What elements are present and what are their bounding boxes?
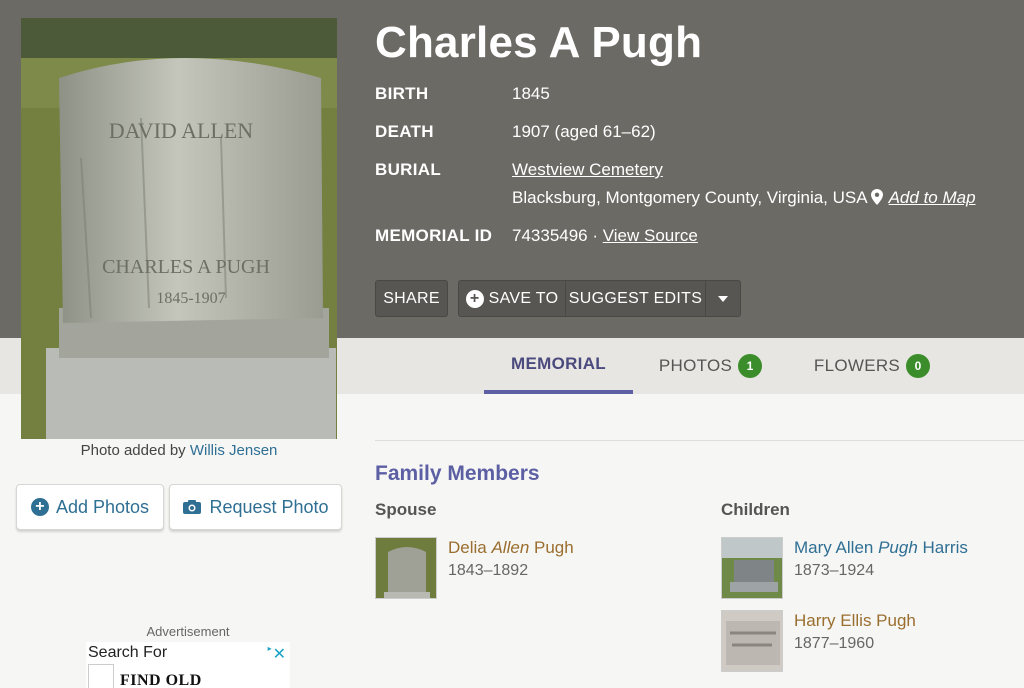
child-first: Harry Ellis Pugh [794,611,916,630]
contributor-link[interactable]: Willis Jensen [190,442,278,459]
add-to-map-link[interactable]: Add to Map [889,188,976,207]
add-photos-button[interactable]: + Add Photos [16,484,164,530]
map-pin-icon [870,189,883,205]
cemetery-row: Westview Cemetery [512,160,663,180]
ad-image [88,664,114,688]
tab-memorial[interactable]: MEMORIAL [484,338,633,394]
child-dates: 1873–1924 [794,562,875,579]
advertisement-box[interactable]: Search For ▸✕ FIND OLD [86,642,290,688]
child-maiden: Pugh [878,538,918,557]
burial-label: BURIAL [375,160,442,179]
spouse-thumbnail [375,537,437,599]
headstone-photo[interactable]: DAVID ALLEN CHARLES A PUGH 1845-1907 [21,18,337,439]
view-source-link[interactable]: View Source [603,226,698,245]
tab-memorial-label: MEMORIAL [511,354,606,373]
spouse-name: Delia Allen Pugh [448,537,574,559]
tab-flowers-label: FLOWERS [813,356,901,375]
tab-flowers[interactable]: FLOWERS 0 [808,338,936,394]
children-heading: Children [721,500,790,519]
headstone-inscription-3: 1845-1907 [156,290,225,307]
spouse-dates: 1843–1892 [448,562,529,579]
section-divider [375,440,1024,441]
plus-circle-icon: + [465,289,484,308]
memorial-id-row: 74335496 · View Source [512,226,698,246]
more-actions-dropdown[interactable] [706,281,740,316]
spouse-last: Pugh [529,538,574,557]
camera-icon [183,500,202,514]
caret-down-icon [718,295,728,302]
ad-search-for: Search For [88,644,168,661]
family-member-spouse[interactable]: Delia Allen Pugh 1843–1892 [375,537,574,599]
photo-caption: Photo added by Willis Jensen [21,442,337,459]
spouse-first: Delia [448,538,492,557]
location-row: Blacksburg, Montgomery County, Virginia,… [512,188,976,208]
cemetery-link[interactable]: Westview Cemetery [512,160,663,179]
family-member-child[interactable]: Mary Allen Pugh Harris 1873–1924 [721,537,968,599]
photos-count-badge: 1 [738,354,763,378]
share-button[interactable]: SHARE [375,280,448,317]
request-photo-label: Request Photo [209,496,329,517]
page-title: Charles A Pugh [375,18,703,67]
spouse-heading: Spouse [375,500,437,519]
action-button-group: + SAVE TO SUGGEST EDITS [458,280,741,317]
child-name: Mary Allen Pugh Harris [794,537,968,559]
tab-photos[interactable]: PHOTOS 1 [648,338,773,394]
death-value: 1907 (aged 61–62) [512,122,656,141]
death-label: DEATH [375,122,434,141]
plus-circle-icon: + [30,498,49,516]
add-photos-label: Add Photos [55,496,150,517]
ad-choices-icon: ▸ [267,644,272,653]
headstone-inscription-1: DAVID ALLEN [109,118,254,143]
family-members-heading: Family Members [375,462,540,485]
location-text: Blacksburg, Montgomery County, Virginia,… [512,188,868,207]
child-dates: 1877–1960 [794,635,875,652]
child-thumbnail [721,537,783,599]
flowers-count-badge: 0 [906,354,931,378]
id-separator: · [587,226,603,245]
child-thumbnail [721,610,783,672]
family-member-child[interactable]: Harry Ellis Pugh 1877–1960 [721,610,916,672]
birth-value: 1845 [512,84,550,103]
close-icon[interactable]: ▸✕ [268,644,286,664]
tab-photos-label: PHOTOS [658,356,733,375]
suggest-edits-label: SUGGEST EDITS [568,289,703,307]
caption-prefix: Photo added by [80,442,190,459]
child-last: Harris [917,538,968,557]
save-to-label: SAVE TO [488,289,559,307]
request-photo-button[interactable]: Request Photo [169,484,342,530]
headstone-inscription-2: CHARLES A PUGH [102,256,270,278]
memorial-id-value: 74335496 [512,226,588,245]
spouse-maiden: Allen [491,538,530,557]
ad-find-old: FIND OLD [120,672,202,688]
memorial-id-label: MEMORIAL ID [375,226,493,245]
advertisement-label: Advertisement [146,624,230,639]
suggest-edits-button[interactable]: SUGGEST EDITS [566,281,706,316]
share-label: SHARE [383,289,440,307]
birth-label: BIRTH [375,84,429,103]
child-name: Harry Ellis Pugh [794,610,916,632]
child-first: Mary Allen [794,538,879,557]
save-to-button[interactable]: + SAVE TO [459,281,566,316]
